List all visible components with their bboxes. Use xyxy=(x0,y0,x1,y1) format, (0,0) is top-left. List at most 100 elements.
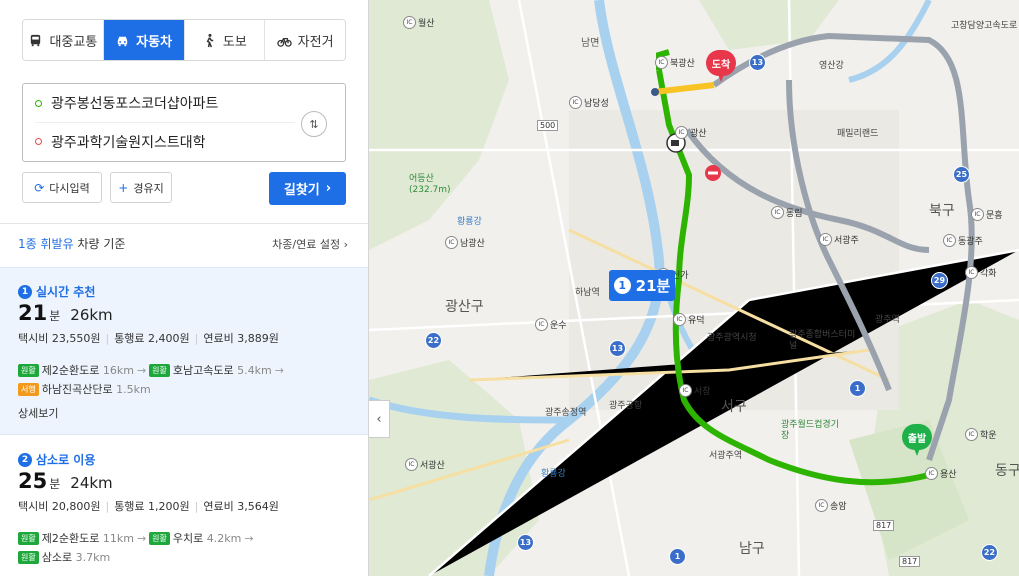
search-route-label: 길찾기 xyxy=(283,183,320,198)
detail-label: 상세보기 xyxy=(18,407,59,420)
fuel-type: 1종 휘발유 xyxy=(18,237,74,251)
route-input-box: 광주봉선동포스코더샵아파트 광주과학기술원지스트대학 ⇅ xyxy=(22,83,346,162)
no-entry-icon-bar xyxy=(708,171,718,175)
ic-icon: IC xyxy=(569,96,582,109)
traffic-tag: 원활 xyxy=(18,364,39,377)
road-name: 제2순환도로 xyxy=(41,532,100,545)
ic-label: IC 남당성 xyxy=(569,96,609,109)
route-shield-icon: 1 xyxy=(669,548,686,565)
reset-label: 다시입력 xyxy=(49,181,90,195)
road-distance: 4.2km xyxy=(206,532,242,545)
ic-label: IC 송암 xyxy=(815,499,847,512)
route-result-2[interactable]: 2 삼소로 이용 25 분 24km 택시비 20,800원 | 통행료 1,200… xyxy=(0,436,368,576)
bike-icon xyxy=(276,37,292,47)
traffic-tag: 서행 xyxy=(18,383,39,396)
ic-icon: IC xyxy=(771,206,784,219)
tab-car[interactable]: 자동차 xyxy=(103,20,185,60)
settings-label: 차종/연료 설정 xyxy=(272,238,341,251)
place-label: 패밀리랜드 xyxy=(837,129,879,139)
transport-mode-tabs: 대중교통 자동차 도보 자전거 xyxy=(22,19,346,61)
vehicle-criteria: 1종 휘발유 차량 기준 xyxy=(18,235,125,252)
river-label: 황룡강 xyxy=(457,217,482,227)
chevron-right-icon: › xyxy=(325,181,332,196)
pin-tail-icon xyxy=(717,72,725,82)
route-shield-icon: 22 xyxy=(425,332,442,349)
ic-label: IC 서광주 xyxy=(819,233,859,246)
vehicle-settings-link[interactable]: 차종/연료 설정 › xyxy=(272,236,348,252)
route-shield-icon: 500 xyxy=(537,120,559,131)
ic-icon: IC xyxy=(965,428,978,441)
end-input[interactable]: 광주과학기술원지스트대학 xyxy=(35,122,295,160)
fuel-cost: 연료비 3,889원 xyxy=(203,332,279,345)
toll-fee: 통행료 2,400원 xyxy=(114,332,190,345)
ic-icon: IC xyxy=(535,318,548,331)
route-shield-icon: 817 xyxy=(873,520,895,531)
arrow-right-icon: → xyxy=(244,532,254,545)
ic-icon: IC xyxy=(673,313,686,326)
place-label: 광주월드컵경기장 xyxy=(781,420,839,441)
destination-pin[interactable]: 도착 xyxy=(706,50,736,84)
ic-label: IC 남광산 xyxy=(445,236,485,249)
result-number-badge: 1 xyxy=(18,284,32,299)
result-number-badge: 2 xyxy=(18,452,32,467)
duration-value: 21 xyxy=(18,301,48,325)
taxi-fare: 택시비 23,550원 xyxy=(18,332,101,345)
start-input[interactable]: 광주봉선동포스코더샵아파트 xyxy=(35,84,295,122)
route-shield-icon: 13 xyxy=(517,534,534,551)
swap-button[interactable]: ⇅ xyxy=(301,111,327,137)
road-name: 호남고속도로 xyxy=(172,364,234,377)
start-dot-icon xyxy=(35,99,42,107)
place-label: 어등산(232.7m) xyxy=(409,174,451,195)
ic-icon: IC xyxy=(925,467,938,480)
route-shield-icon: 29 xyxy=(931,272,948,289)
ic-icon: IC xyxy=(403,16,416,29)
ic-label: IC 용산 xyxy=(925,467,957,480)
route-time-badge[interactable]: 1 21분 xyxy=(609,270,675,301)
taxi-fare: 택시비 20,800원 xyxy=(18,500,101,513)
district-label: 서구 xyxy=(721,399,747,415)
tab-bike[interactable]: 자전거 xyxy=(265,20,345,60)
tab-transit[interactable]: 대중교통 xyxy=(23,20,104,60)
arrow-right-icon: → xyxy=(136,364,147,377)
cctv-icon-body xyxy=(671,140,679,146)
road-name: 제2순환도로 xyxy=(41,364,100,377)
arrow-right-icon: → xyxy=(136,532,147,545)
ic-label: IC 동림 xyxy=(771,206,803,219)
reset-button[interactable]: ⟳ 다시입력 xyxy=(22,172,102,203)
ic-icon: IC xyxy=(679,384,692,397)
map-canvas[interactable]: 광산구 서구 북구 남구 동구 남면 하남역 광주공항 광주송정역 서광주역 광… xyxy=(369,0,1019,576)
ic-icon: IC xyxy=(445,236,458,249)
district-label: 북구 xyxy=(929,203,955,219)
panel-collapse-button[interactable]: ‹ xyxy=(369,400,390,438)
road-distance: 11km xyxy=(102,532,134,545)
result-title: 2 삼소로 이용 xyxy=(18,451,95,468)
place-label: 광주공항 xyxy=(609,401,643,411)
road-name: 우치로 xyxy=(172,532,204,545)
ic-icon: IC xyxy=(655,56,668,69)
divider xyxy=(0,223,368,224)
river-label: 황룡강 xyxy=(541,469,566,479)
route-shield-icon: 817 xyxy=(899,556,921,567)
route-action-row: ⟳ 다시입력 + 경유지 길찾기 › xyxy=(22,172,346,205)
road-name: 삼소로 xyxy=(41,551,73,564)
search-route-button[interactable]: 길찾기 › xyxy=(269,172,346,205)
distance-value: 24km xyxy=(70,474,113,492)
end-input-value: 광주과학기술원지스트대학 xyxy=(51,134,206,151)
tab-walk[interactable]: 도보 xyxy=(184,20,266,60)
detail-link[interactable]: 상세보기 xyxy=(18,405,58,421)
result-title-text: 실시간 추천 xyxy=(36,285,96,299)
ic-label: IC 서창 xyxy=(679,384,711,397)
road-list: 원활 제2순환도로 16km → 원활 호남고속도로 5.4km → 서행 하남진곡산단로 … xyxy=(18,361,348,399)
ic-icon: IC xyxy=(675,126,688,139)
add-waypoint-button[interactable]: + 경유지 xyxy=(110,172,172,203)
plus-icon: + xyxy=(118,180,129,195)
origin-pin[interactable]: 출발 xyxy=(902,424,932,458)
distance-value: 26km xyxy=(70,306,113,324)
route-result-1[interactable]: 1 실시간 추천 21 분 26km 택시비 23,550원 | 통행료 2,400… xyxy=(0,267,368,435)
route-shield-icon: 1 xyxy=(849,380,866,397)
ic-label: IC 광산 xyxy=(675,126,707,139)
ic-icon: IC xyxy=(971,208,984,221)
ic-icon: IC xyxy=(815,499,828,512)
tab-transit-label: 대중교통 xyxy=(49,34,98,50)
tab-walk-label: 도보 xyxy=(222,34,247,50)
